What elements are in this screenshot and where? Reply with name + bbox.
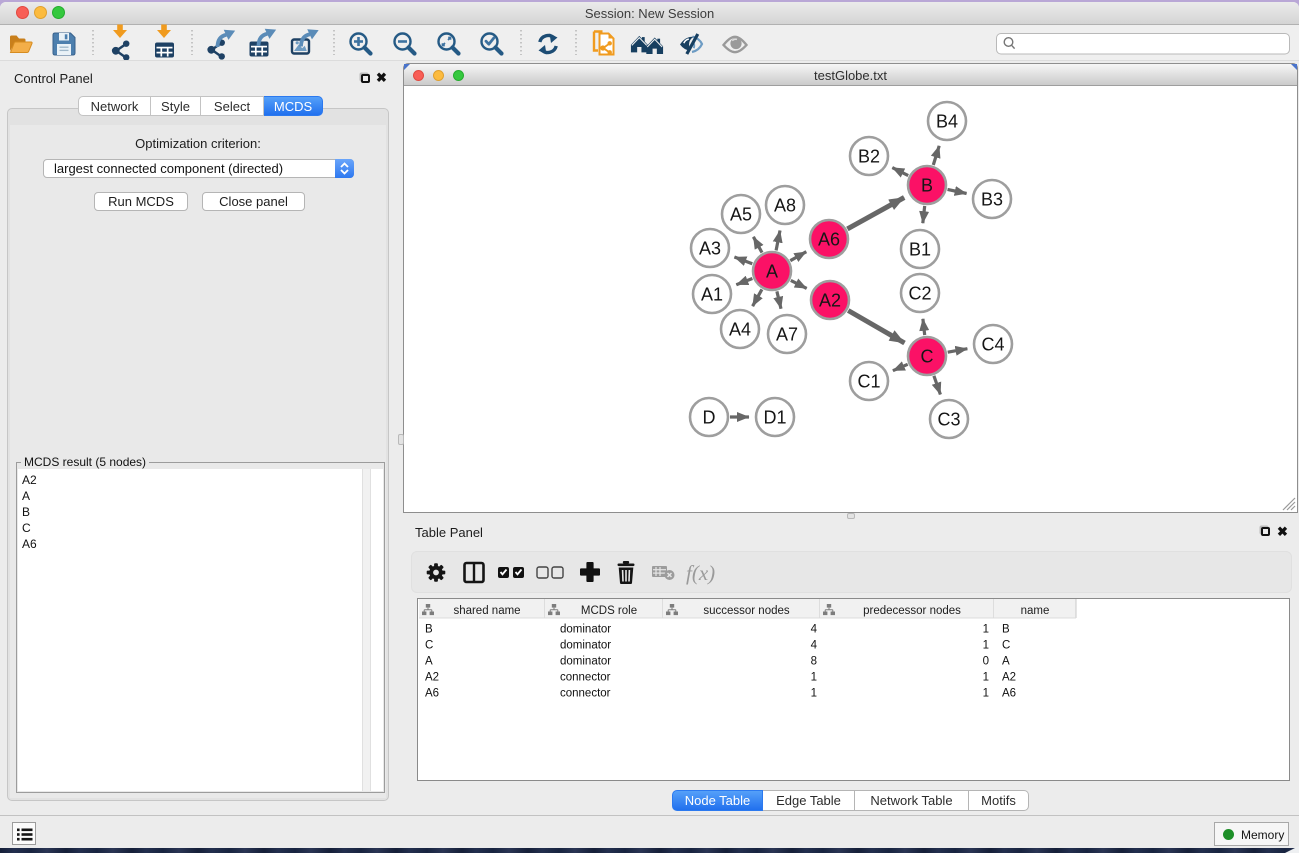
svg-text:dominator: dominator xyxy=(560,656,611,668)
svg-text:A3: A3 xyxy=(699,239,721,259)
svg-text:B2: B2 xyxy=(858,147,880,167)
svg-text:A4: A4 xyxy=(729,320,751,340)
svg-text:C: C xyxy=(921,347,934,367)
svg-text:MCDS role: MCDS role xyxy=(581,605,637,617)
svg-text:4: 4 xyxy=(811,640,818,652)
svg-text:connector: connector xyxy=(560,672,611,684)
svg-text:name: name xyxy=(1021,605,1050,617)
svg-text:A: A xyxy=(425,656,433,668)
svg-text:1: 1 xyxy=(983,640,989,652)
svg-text:C2: C2 xyxy=(908,284,931,304)
svg-text:B1: B1 xyxy=(909,240,931,260)
svg-text:predecessor nodes: predecessor nodes xyxy=(863,605,961,617)
svg-text:1: 1 xyxy=(811,672,817,684)
svg-text:1: 1 xyxy=(983,688,989,700)
svg-text:f(x): f(x) xyxy=(686,561,715,585)
svg-text:C: C xyxy=(425,640,433,652)
svg-text:D1: D1 xyxy=(763,408,786,428)
svg-text:A6: A6 xyxy=(1002,688,1016,700)
svg-text:dominator: dominator xyxy=(560,624,611,636)
svg-text:A: A xyxy=(766,262,778,282)
svg-text:1: 1 xyxy=(983,672,989,684)
svg-text:1: 1 xyxy=(983,624,989,636)
svg-text:4: 4 xyxy=(811,624,818,636)
svg-text:C1: C1 xyxy=(857,372,880,392)
svg-text:A8: A8 xyxy=(774,196,796,216)
svg-text:B4: B4 xyxy=(936,112,958,132)
svg-text:D: D xyxy=(703,408,716,428)
svg-text:B: B xyxy=(921,176,933,196)
svg-text:1: 1 xyxy=(811,688,817,700)
svg-text:A7: A7 xyxy=(776,325,798,345)
svg-text:A1: A1 xyxy=(701,285,723,305)
svg-text:shared name: shared name xyxy=(453,605,520,617)
svg-text:A6: A6 xyxy=(818,230,840,250)
svg-text:dominator: dominator xyxy=(560,640,611,652)
svg-text:C3: C3 xyxy=(937,410,960,430)
svg-text:C: C xyxy=(1002,640,1010,652)
svg-text:A2: A2 xyxy=(1002,672,1016,684)
svg-text:A5: A5 xyxy=(730,205,752,225)
svg-text:C4: C4 xyxy=(981,335,1004,355)
svg-text:B3: B3 xyxy=(981,190,1003,210)
svg-text:A: A xyxy=(1002,656,1010,668)
svg-text:successor nodes: successor nodes xyxy=(703,605,790,617)
svg-text:B: B xyxy=(1002,624,1010,636)
svg-text:8: 8 xyxy=(811,656,817,668)
svg-text:0: 0 xyxy=(983,656,989,668)
svg-text:A2: A2 xyxy=(425,672,439,684)
svg-text:B: B xyxy=(425,624,433,636)
svg-text:A2: A2 xyxy=(819,291,841,311)
svg-text:connector: connector xyxy=(560,688,611,700)
svg-text:A6: A6 xyxy=(425,688,439,700)
